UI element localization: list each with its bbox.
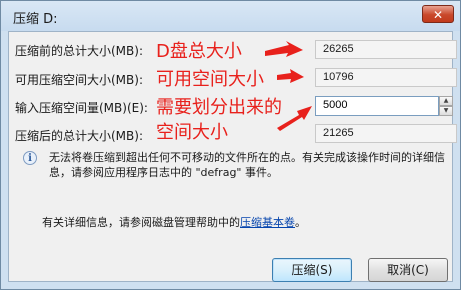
arrow-to-input — [277, 106, 312, 131]
annotation-arrows — [265, 41, 312, 131]
arrow-to-available — [277, 69, 304, 83]
arrow-to-total — [265, 41, 303, 57]
shrink-dialog: 压缩 D: ✕ 压缩前的总计大小(MB): 26265 可用压缩空间大小(MB)… — [0, 0, 461, 290]
